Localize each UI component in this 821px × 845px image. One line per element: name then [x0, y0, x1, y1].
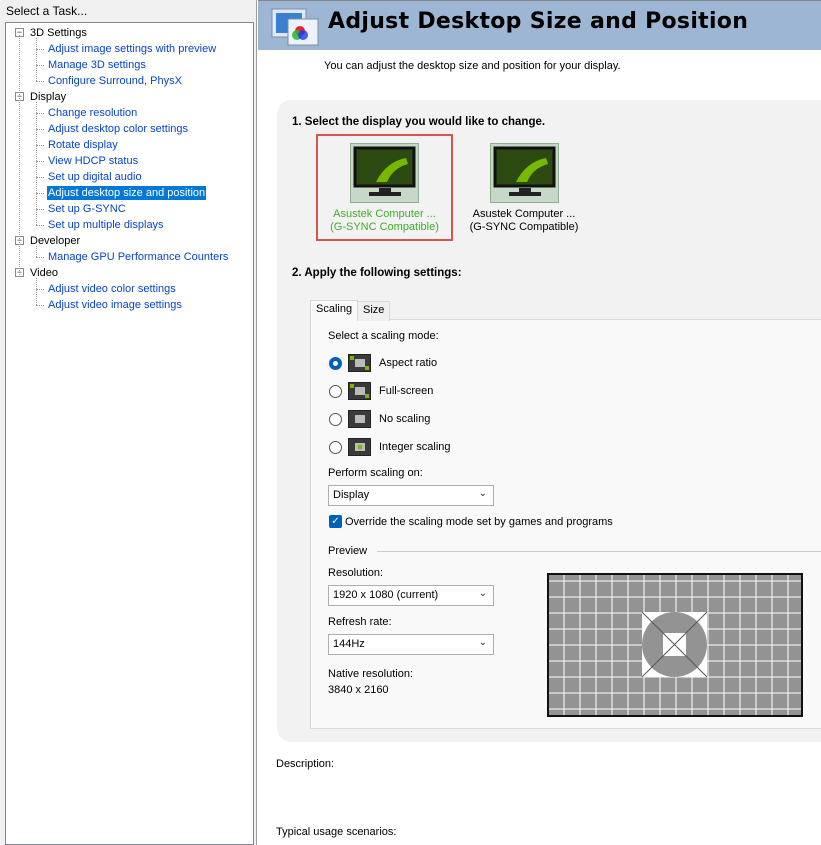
- tree-item[interactable]: View HDCP status: [47, 154, 139, 168]
- page-header: Adjust Desktop Size and Position: [258, 0, 821, 50]
- tree-item[interactable]: Configure Surround, PhysX: [47, 74, 183, 88]
- display-1-sub: (G-SYNC Compatible): [330, 221, 439, 233]
- tree-connector: [36, 289, 44, 290]
- tree-item[interactable]: Adjust desktop size and position: [47, 186, 207, 200]
- step1-heading: 1. Select the display you would like to …: [292, 116, 546, 128]
- tree-connector: [36, 81, 44, 82]
- integer-scaling-icon: [348, 438, 371, 456]
- page-title: Adjust Desktop Size and Position: [328, 9, 749, 34]
- aspect-ratio-icon: [348, 354, 371, 372]
- tree-item[interactable]: Adjust video color settings: [47, 282, 177, 296]
- tree-category[interactable]: Video: [30, 266, 58, 280]
- tree-connector: [36, 102, 37, 225]
- tree-connector: [36, 65, 44, 66]
- full-screen-icon: [348, 382, 371, 400]
- tree-connector: [36, 145, 44, 146]
- tree-connector: [36, 225, 44, 226]
- monitor-icon: [350, 143, 419, 203]
- tree-connector: [36, 193, 44, 194]
- tree-connector: [19, 35, 20, 277]
- step2-heading: 2. Apply the following settings:: [292, 267, 462, 279]
- tree-item[interactable]: Adjust image settings with preview: [47, 42, 217, 56]
- tree-item[interactable]: Set up digital audio: [47, 170, 143, 184]
- scaling-preview: [547, 573, 803, 717]
- tree-item[interactable]: Adjust video image settings: [47, 298, 183, 312]
- mode-label-full-screen[interactable]: Full-screen: [379, 385, 433, 397]
- tree-connector: [36, 278, 37, 305]
- tree-category[interactable]: 3D Settings: [30, 26, 87, 40]
- radio-aspect-ratio[interactable]: [329, 357, 342, 370]
- tree-item[interactable]: Set up G-SYNC: [47, 202, 127, 216]
- tree-connector: [36, 177, 44, 178]
- monitor-icon: [489, 143, 559, 203]
- mode-label-aspect-ratio[interactable]: Aspect ratio: [379, 357, 437, 369]
- native-resolution-value: 3840 x 2160: [328, 684, 389, 696]
- tree-item[interactable]: Set up multiple displays: [47, 218, 165, 232]
- tree-category[interactable]: Developer: [30, 234, 80, 248]
- tree-connector: [36, 38, 37, 81]
- chevron-down-icon: ⌄: [478, 488, 487, 499]
- refresh-rate-select[interactable]: 144Hz ⌄: [328, 634, 494, 655]
- content-pane: Adjust Desktop Size and Position You can…: [258, 0, 821, 845]
- mode-label-integer-scaling[interactable]: Integer scaling: [379, 441, 451, 453]
- refresh-rate-value: 144Hz: [333, 638, 365, 650]
- display-2-sub: (G-SYNC Compatible): [469, 221, 579, 233]
- chevron-down-icon: ⌄: [478, 637, 487, 648]
- perform-scaling-label: Perform scaling on:: [328, 467, 423, 479]
- resolution-value: 1920 x 1080 (current): [333, 589, 439, 601]
- tree-connector: [36, 305, 44, 306]
- resolution-label: Resolution:: [328, 567, 384, 579]
- resolution-select[interactable]: 1920 x 1080 (current) ⌄: [328, 585, 494, 606]
- page-subtitle: You can adjust the desktop size and posi…: [324, 60, 621, 72]
- tree-connector: [36, 129, 44, 130]
- tab-scaling[interactable]: Scaling: [310, 300, 359, 321]
- tree-connector: [36, 246, 37, 257]
- radio-full-screen[interactable]: [329, 385, 342, 398]
- override-checkbox[interactable]: ✓: [329, 515, 342, 528]
- scaling-tab-content: Select a scaling mode: Aspect ratio Full-…: [310, 319, 821, 729]
- usage-label: Typical usage scenarios:: [276, 826, 397, 838]
- tree-connector: [36, 113, 44, 114]
- tree-connector: [36, 161, 44, 162]
- display-2[interactable]: Asustek Computer ... (G-SYNC Compatible): [464, 136, 584, 241]
- scaling-mode-label: Select a scaling mode:: [328, 330, 439, 342]
- perform-scaling-value: Display: [333, 489, 370, 501]
- tree-connector: [36, 257, 44, 258]
- preview-divider: [377, 551, 821, 552]
- mode-label-no-scaling[interactable]: No scaling: [379, 413, 430, 425]
- tree-connector: [36, 49, 44, 50]
- tree-item[interactable]: Change resolution: [47, 106, 138, 120]
- tree-item[interactable]: Manage 3D settings: [47, 58, 147, 72]
- task-tree[interactable]: −3D Settings Adjust image settings with p…: [5, 22, 254, 845]
- tree-item[interactable]: Adjust desktop color settings: [47, 122, 189, 136]
- description-label: Description:: [276, 758, 335, 770]
- chevron-down-icon: ⌄: [478, 588, 487, 599]
- perform-scaling-select[interactable]: Display ⌄: [328, 485, 494, 506]
- display-settings-icon: [271, 8, 319, 46]
- radio-no-scaling[interactable]: [329, 413, 342, 426]
- refresh-rate-label: Refresh rate:: [328, 616, 392, 628]
- radio-integer-scaling[interactable]: [329, 441, 342, 454]
- native-resolution-label: Native resolution:: [328, 668, 413, 680]
- tree-connector: [36, 209, 44, 210]
- override-label: Override the scaling mode set by games a…: [345, 516, 613, 528]
- no-scaling-icon: [348, 410, 371, 428]
- tab-size[interactable]: Size: [357, 301, 391, 321]
- task-panel-title: Select a Task...: [6, 4, 88, 18]
- display-1-name: Asustek Computer ...: [333, 208, 436, 220]
- tree-item[interactable]: Manage GPU Performance Counters: [47, 250, 229, 264]
- preview-label: Preview: [328, 545, 368, 557]
- task-panel: Select a Task... −3D Settings Adjust imag…: [0, 0, 257, 845]
- display-1[interactable]: Asustek Computer ... (G-SYNC Compatible): [316, 134, 453, 241]
- tree-item[interactable]: Rotate display: [47, 138, 119, 152]
- display-2-name: Asustek Computer ...: [472, 208, 576, 220]
